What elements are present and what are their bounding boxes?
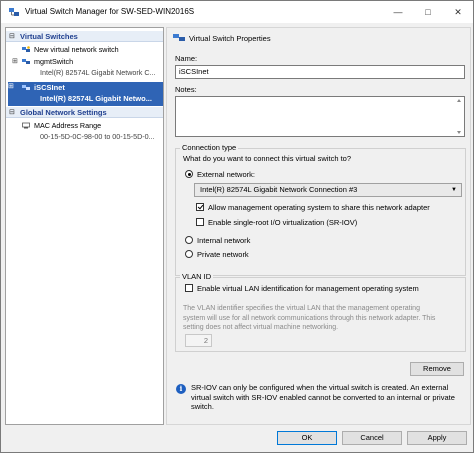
title-bar: Virtual Switch Manager for SW-SED-WIN201… — [1, 1, 473, 23]
vlan-description: The VLAN identifier specifies the virtua… — [183, 305, 436, 331]
tree-item-mgmt-switch[interactable]: ⊞ mgmtSwitch — [6, 56, 163, 67]
vlan-id-stepper[interactable]: 2 — [185, 334, 212, 347]
collapse-icon[interactable]: ⊟ — [9, 107, 15, 118]
switch-icon — [22, 59, 30, 64]
tree-header-virtual-switches[interactable]: ⊟ Virtual Switches — [6, 31, 163, 42]
notes-label: Notes: — [175, 85, 197, 94]
allow-management-os-checkbox[interactable] — [196, 203, 204, 211]
connection-question: What do you want to connect this virtual… — [183, 154, 351, 163]
external-network-label: External network: — [197, 170, 255, 179]
internal-network-radio[interactable] — [185, 236, 193, 244]
tree-item-mgmt-adapter[interactable]: Intel(R) 82574L Gigabit Network C... — [6, 67, 163, 78]
notes-textarea[interactable] — [175, 96, 465, 137]
remove-button[interactable]: Remove — [410, 362, 464, 376]
enable-sriov-label: Enable single-root I/O virtualization (S… — [208, 218, 358, 227]
allow-management-os-label: Allow management operating system to sha… — [208, 203, 430, 212]
tree-item-iscsi-switch-selected[interactable]: ⊞ iSCSInet Intel(R) 82574L Gigabit Netwo… — [8, 82, 163, 106]
internal-network-label: Internal network — [197, 236, 251, 245]
virtual-switch-manager-window: Virtual Switch Manager for SW-SED-WIN201… — [0, 0, 474, 453]
enable-sriov-checkbox[interactable] — [196, 218, 204, 226]
switch-icon — [22, 85, 30, 90]
notes-scroll-arrows[interactable] — [455, 97, 463, 136]
apply-button[interactable]: Apply — [407, 431, 467, 445]
vlan-id-label: VLAN ID — [180, 272, 214, 281]
properties-title: Virtual Switch Properties — [189, 34, 271, 43]
maximize-button[interactable]: □ — [413, 1, 443, 23]
enable-vlan-label: Enable virtual LAN identification for ma… — [197, 284, 419, 293]
tree-item-new-switch[interactable]: New virtual network switch — [6, 44, 163, 55]
connection-type-label: Connection type — [180, 143, 239, 152]
tree-item-mac-range[interactable]: MAC Address Range — [6, 120, 163, 131]
private-network-radio[interactable] — [185, 250, 193, 258]
enable-vlan-checkbox[interactable] — [185, 284, 193, 292]
switch-properties-panel: Virtual Switch Properties Name: iSCSInet… — [166, 27, 471, 425]
network-switch-app-icon — [9, 8, 19, 16]
expand-icon[interactable]: ⊞ — [12, 56, 18, 67]
tree-item-mac-range-value[interactable]: 00-15-5D-0C-98-00 to 00-15-5D-0... — [6, 131, 163, 142]
ok-button[interactable]: OK — [277, 431, 337, 445]
private-network-label: Private network — [197, 250, 249, 259]
external-network-radio[interactable] — [185, 170, 193, 178]
tree-header-global-network-settings[interactable]: ⊟ Global Network Settings — [6, 107, 163, 118]
cancel-button[interactable]: Cancel — [342, 431, 402, 445]
expand-icon[interactable]: ⊞ — [8, 83, 14, 90]
switch-icon — [173, 34, 185, 41]
name-input[interactable]: iSCSInet — [175, 65, 465, 79]
window-title: Virtual Switch Manager for SW-SED-WIN201… — [25, 7, 195, 16]
name-label: Name: — [175, 54, 198, 63]
external-adapter-select[interactable]: Intel(R) 82574L Gigabit Network Connecti… — [194, 183, 462, 197]
minimize-button[interactable]: — — [383, 1, 413, 23]
switch-tree-panel: ⊟ Virtual Switches New virtual network s… — [5, 27, 164, 425]
new-switch-icon — [22, 46, 30, 52]
collapse-icon[interactable]: ⊟ — [9, 31, 15, 42]
info-icon: i — [176, 384, 186, 394]
close-button[interactable]: ✕ — [443, 1, 473, 23]
network-adapter-icon — [22, 122, 30, 129]
sriov-info-text: SR-IOV can only be configured when the v… — [191, 383, 455, 411]
chevron-down-icon: ▼ — [451, 187, 457, 193]
